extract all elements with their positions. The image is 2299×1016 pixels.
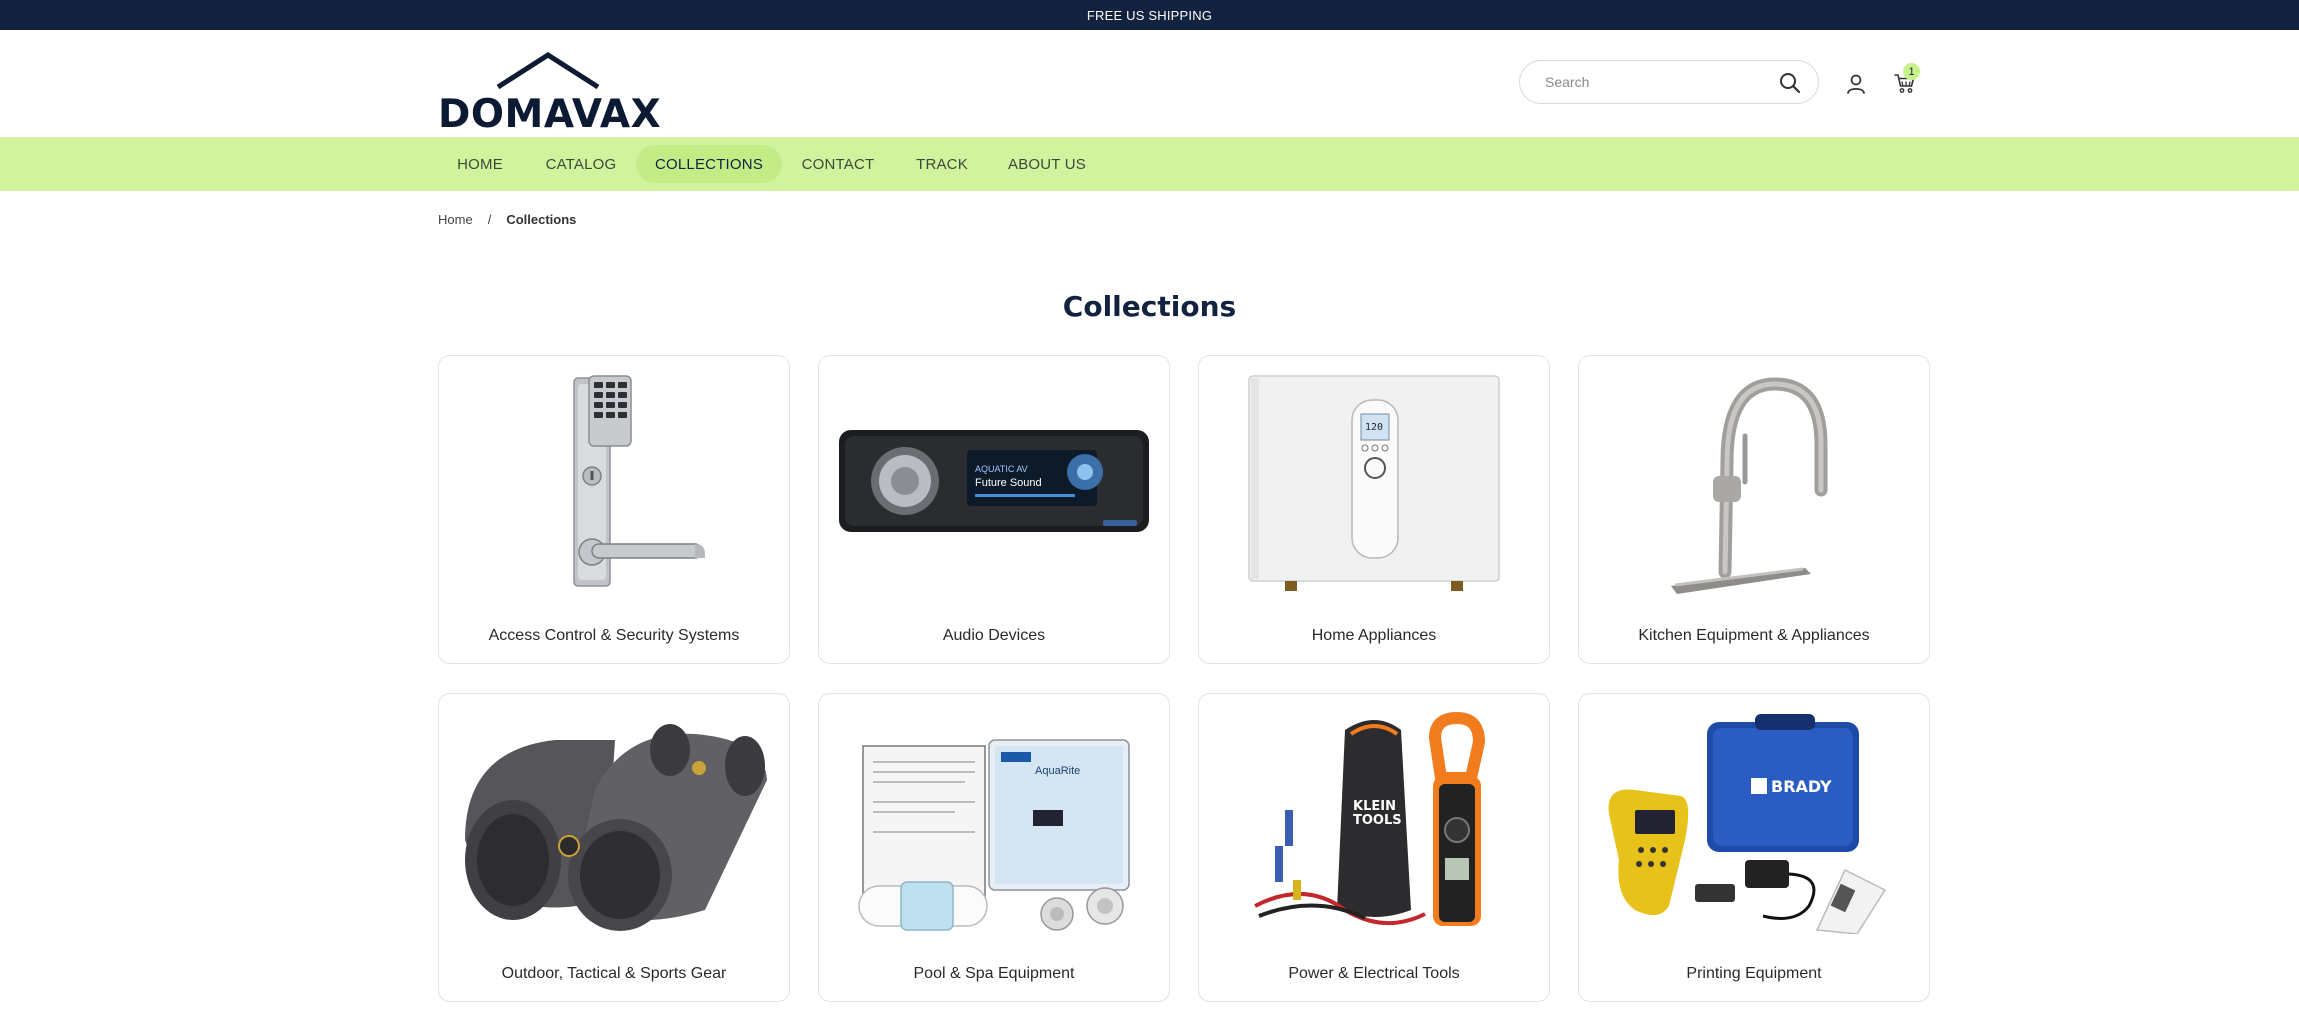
pool-chlorinator-icon: AquaRite [858, 739, 1130, 931]
svg-text:KLEIN: KLEIN [1353, 799, 1396, 814]
breadcrumb: Home / Collections [438, 212, 576, 227]
search-icon[interactable] [1778, 71, 1802, 95]
collection-card-pool-spa[interactable]: AquaRite Pool & Spa Equipment [818, 693, 1170, 1002]
collection-card-printing-equipment[interactable]: BRADY Printing Equipment [1578, 693, 1930, 1002]
cart-count-badge: 1 [1903, 63, 1920, 80]
roof-icon [496, 52, 600, 90]
car-stereo-icon: AQUATIC AV Future Sound [839, 430, 1149, 532]
collection-label: Kitchen Equipment & Appliances [1638, 627, 1870, 644]
svg-text:120: 120 [1365, 422, 1383, 433]
collection-card-home-appliances[interactable]: 120 Home Appliances [1198, 355, 1550, 664]
faucet-icon [1671, 377, 1828, 594]
svg-text:Future Sound: Future Sound [975, 477, 1042, 489]
nav-item-contact[interactable]: CONTACT [790, 145, 886, 183]
brand-name: DOMAVAX [438, 92, 662, 137]
nav-item-catalog[interactable]: CATALOG [534, 145, 628, 183]
account-icon[interactable] [1845, 73, 1867, 95]
collection-label: Printing Equipment [1686, 965, 1822, 982]
breadcrumb-home-link[interactable]: Home [438, 212, 473, 227]
breadcrumb-separator: / [487, 212, 492, 227]
binoculars-icon [465, 724, 767, 931]
clamp-meter-icon: KLEIN TOOLS [1254, 711, 1486, 926]
nav-item-about-us[interactable]: ABOUT US [998, 145, 1096, 183]
brand-logo[interactable]: DOMAVAX [438, 40, 662, 150]
page-title: Collections [1062, 290, 1237, 323]
nav-item-home[interactable]: HOME [443, 145, 517, 183]
search-box [1519, 60, 1819, 104]
collection-card-power-tools[interactable]: KLEIN TOOLS Power & Electrical Tools [1198, 693, 1550, 1002]
collection-card-audio-devices[interactable]: AQUATIC AV Future Sound Audio Devices [818, 355, 1170, 664]
nav-item-track[interactable]: TRACK [907, 145, 977, 183]
collection-label: Outdoor, Tactical & Sports Gear [501, 965, 727, 982]
svg-text:AquaRite: AquaRite [1035, 765, 1080, 777]
collection-card-outdoor-gear[interactable]: Outdoor, Tactical & Sports Gear [438, 693, 790, 1002]
collection-label: Pool & Spa Equipment [913, 965, 1075, 982]
svg-text:BRADY: BRADY [1771, 777, 1832, 796]
site-header: DOMAVAX 1 [0, 30, 2299, 137]
collection-label: Home Appliances [1311, 627, 1437, 644]
keypad-lock-icon [573, 375, 705, 587]
collection-label: Power & Electrical Tools [1288, 965, 1460, 982]
label-printer-icon: BRADY [1608, 714, 1887, 934]
breadcrumb-current: Collections [506, 212, 577, 227]
collection-card-access-control[interactable]: Access Control & Security Systems [438, 355, 790, 664]
search-input[interactable] [1545, 61, 1765, 103]
announcement-text: FREE US SHIPPING [1086, 7, 1213, 23]
svg-text:TOOLS: TOOLS [1353, 813, 1402, 828]
announcement-bar: FREE US SHIPPING [0, 0, 2299, 30]
svg-text:AQUATIC AV: AQUATIC AV [975, 464, 1028, 474]
nav-item-collections[interactable]: COLLECTIONS [636, 145, 782, 183]
water-heater-icon: 120 [1248, 375, 1500, 591]
collection-card-kitchen-equipment[interactable]: Kitchen Equipment & Appliances [1578, 355, 1930, 664]
main-nav: HOME CATALOG COLLECTIONS CONTACT TRACK A… [0, 137, 2299, 191]
collection-label: Audio Devices [942, 627, 1046, 644]
collection-label: Access Control & Security Systems [488, 627, 740, 644]
